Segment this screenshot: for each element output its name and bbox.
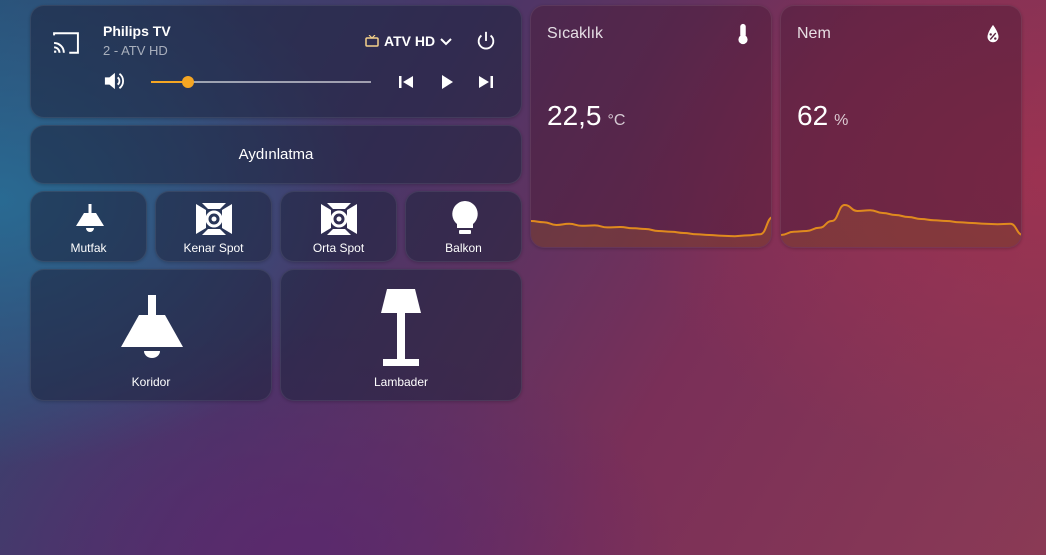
sensor-value: 62% — [797, 100, 848, 132]
light-label-koridor: Koridor — [131, 375, 171, 389]
light-tile-koridor[interactable]: Koridor — [30, 269, 272, 401]
thermometer-icon — [738, 23, 748, 45]
spotlight-icon — [196, 203, 232, 235]
source-label: ATV HD — [384, 33, 436, 49]
media-player-card: Philips TV 2 - ATV HD ATV HD — [30, 5, 522, 118]
sensor-value: 22,5 °C — [547, 100, 625, 132]
light-tile-kenar-spot[interactable]: Kenar Spot — [155, 191, 272, 262]
sensor-value-number: 62 — [797, 100, 829, 131]
cast-icon[interactable] — [53, 32, 79, 54]
light-tile-balkon[interactable]: Balkon — [405, 191, 522, 262]
play-icon[interactable] — [438, 73, 456, 91]
sensor-value-number: 22,5 — [547, 100, 602, 131]
light-tile-orta-spot[interactable]: Orta Spot — [280, 191, 397, 262]
media-title: Philips TV — [103, 23, 171, 39]
humidity-history-graph — [781, 203, 1021, 247]
light-label-mutfak: Mutfak — [70, 241, 107, 255]
light-label-balkon: Balkon — [445, 241, 482, 255]
volume-icon[interactable] — [103, 71, 125, 91]
media-subtitle: 2 - ATV HD — [103, 43, 168, 58]
light-tile-lambader[interactable]: Lambader — [280, 269, 522, 401]
pendant-lamp-icon — [76, 204, 104, 232]
light-label-lambader: Lambader — [373, 375, 429, 389]
sensor-name: Nem — [797, 25, 831, 42]
floor-lamp-icon — [381, 289, 421, 366]
skip-previous-icon[interactable] — [397, 73, 415, 91]
light-tile-mutfak[interactable]: Mutfak — [30, 191, 147, 262]
volume-slider-knob[interactable] — [182, 76, 195, 88]
chevron-down-icon — [440, 38, 452, 46]
water-percent-icon — [987, 24, 999, 43]
humidity-sensor-card[interactable]: Nem 62% — [780, 5, 1022, 248]
temperature-history-area — [531, 217, 771, 247]
temperature-history-graph — [531, 216, 771, 247]
light-bulb-icon — [452, 201, 478, 234]
spotlight-icon — [321, 203, 357, 235]
light-label-kenar-spot: Kenar Spot — [183, 241, 244, 255]
section-title: Aydınlatma — [238, 146, 314, 163]
sensor-unit: °C — [607, 112, 626, 129]
tv-icon — [365, 35, 379, 47]
humidity-history-area — [781, 205, 1021, 247]
volume-slider[interactable] — [151, 76, 371, 88]
sensor-unit: % — [834, 112, 849, 129]
skip-next-icon[interactable] — [477, 73, 495, 91]
light-label-orta-spot: Orta Spot — [312, 241, 365, 255]
ceiling-lamp-icon — [121, 295, 183, 358]
temperature-sensor-card[interactable]: Sıcaklık 22,5 °C — [530, 5, 772, 248]
source-select[interactable]: ATV HD — [365, 33, 452, 49]
sensor-name: Sıcaklık — [547, 25, 604, 42]
power-icon[interactable] — [475, 30, 497, 52]
section-header-card: Aydınlatma — [30, 125, 522, 184]
